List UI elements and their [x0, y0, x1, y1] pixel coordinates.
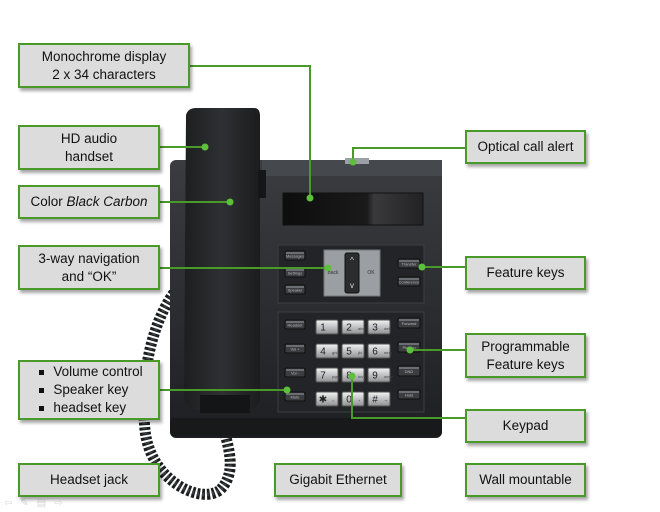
key-speaker[interactable]: Speaker [284, 284, 306, 295]
key-label: Forward [402, 321, 417, 326]
key-messages[interactable]: Messages [284, 250, 306, 261]
nav-ok-label[interactable]: OK [367, 270, 375, 276]
key-vol-[interactable]: Vol - [284, 367, 306, 378]
handset[interactable] [184, 108, 260, 410]
keypad-key[interactable]: 7 pqrs [315, 367, 340, 383]
key-label: 9 [372, 371, 378, 382]
callout-monochrome-display: Monochrome display 2 x 34 characters [18, 43, 190, 88]
callout-hd-audio-handset: HD audio handset [18, 125, 160, 170]
keypad-key[interactable]: ✱ ○ [315, 391, 339, 407]
callout-text: Feature keys [486, 356, 565, 372]
callout-programmable-feature-keys: Programmable Feature keys [465, 333, 586, 378]
callout-text: Monochrome display [41, 48, 167, 64]
callout-wall-mountable: Wall mountable [465, 463, 586, 497]
key-conference[interactable]: Conference [397, 276, 421, 287]
callout-text: Keypad [502, 418, 549, 433]
callout-text: 2 x 34 characters [52, 66, 156, 82]
key-sublabel: mno [384, 350, 393, 355]
key-label: Speaker [288, 288, 304, 293]
key-label: Settings [288, 271, 302, 276]
nav-up-icon[interactable]: ^ [350, 256, 354, 265]
callout-feature-keys: Feature keys [465, 256, 586, 290]
key-label: Vol - [291, 371, 300, 376]
key-sublabel: wxyz [384, 374, 393, 379]
key-label: 5 [346, 347, 352, 358]
callout-keypad: Keypad [465, 409, 586, 443]
key-label: Mute [291, 395, 301, 400]
callout-text: Gigabit Ethernet [289, 472, 387, 487]
slides-icon[interactable]: ▤ [37, 498, 46, 509]
pen-icon[interactable]: ✎ [20, 498, 28, 509]
keypad-key[interactable]: # ⊸ [367, 391, 391, 407]
key-sublabel: tuv [358, 374, 363, 379]
keypad-key[interactable]: 2 abc [341, 319, 365, 335]
slide-toolbar: ⇦ ✎ ▤ ⇨ [4, 498, 63, 509]
list-item: Speaker key [39, 381, 142, 399]
callout-text: Wall mountable [479, 472, 572, 487]
key-label: DND [405, 369, 414, 374]
list-item: Volume control [39, 364, 143, 379]
callout-text: 3-way navigation [38, 250, 140, 266]
key-sublabel: ghi [332, 350, 337, 355]
keypad-key[interactable]: 1 [315, 319, 339, 335]
key-sublabel: abc [358, 326, 364, 331]
callout-text: HD audio [60, 130, 118, 146]
key-label: Messages [286, 254, 304, 259]
controls-list: Volume control Speaker key headset key [35, 363, 143, 417]
arrow-icon[interactable]: ⇦ [4, 498, 12, 509]
callout-text: Color [30, 194, 67, 209]
key-vol-[interactable]: Vol + [284, 343, 306, 354]
callout-color: Color Black Carbon [18, 185, 160, 219]
display-screen [282, 192, 424, 226]
options-icon[interactable]: ⇨ [54, 498, 62, 509]
key-sublabel: def [384, 326, 390, 331]
key-sublabel: pqrs [332, 374, 340, 379]
key-label: 2 [346, 323, 352, 334]
key-label: Headset [288, 323, 304, 328]
list-item: headset key [39, 399, 142, 417]
callout-text: Headset jack [49, 472, 129, 487]
callout-headset-jack: Headset jack [18, 463, 160, 497]
keypad-key[interactable]: 5 jkl [341, 343, 365, 359]
key-label: Conference [399, 280, 420, 285]
key-label: 3 [372, 323, 378, 334]
key-label: ✱ [319, 395, 327, 406]
callout-text: Feature keys [486, 265, 565, 280]
keypad-key[interactable]: 9 wxyz [367, 367, 393, 383]
nav-down-icon[interactable]: v [350, 281, 354, 290]
key-dnd[interactable]: DND [397, 365, 421, 377]
keypad-key[interactable]: 6 mno [367, 343, 393, 359]
key-forward[interactable]: Forward [397, 317, 421, 329]
call-alert-led [345, 158, 369, 164]
key-label: Transfer [402, 262, 417, 267]
keypad-key[interactable]: 4 ghi [315, 343, 339, 359]
keypad-key[interactable]: 3 def [367, 319, 391, 335]
callout-text-emphasis: Black Carbon [66, 194, 148, 209]
key-label: # [372, 395, 378, 406]
key-label: 1 [320, 323, 326, 334]
key-label: 4 [320, 347, 326, 358]
callout-text: Optical call alert [477, 139, 574, 154]
key-label: 7 [320, 371, 326, 382]
key-label: Hold [405, 393, 413, 398]
callout-text: handset [64, 148, 114, 164]
key-headset[interactable]: Headset [284, 319, 306, 330]
callout-gigabit-ethernet: Gigabit Ethernet [274, 463, 402, 497]
callout-navigation: 3-way navigation and “OK” [18, 245, 160, 290]
key-hold[interactable]: Hold [397, 389, 421, 400]
callout-text: Programmable [481, 338, 570, 354]
key-transfer[interactable]: Transfer [397, 258, 421, 269]
callout-text: and “OK” [61, 268, 117, 284]
callout-optical-call-alert: Optical call alert [465, 130, 586, 164]
key-label: Vol + [290, 347, 300, 352]
key-settings[interactable]: Settings [284, 267, 306, 278]
key-sublabel: jkl [357, 350, 362, 355]
key-label: 6 [372, 347, 378, 358]
callout-controls: Volume control Speaker key headset key [18, 360, 160, 420]
